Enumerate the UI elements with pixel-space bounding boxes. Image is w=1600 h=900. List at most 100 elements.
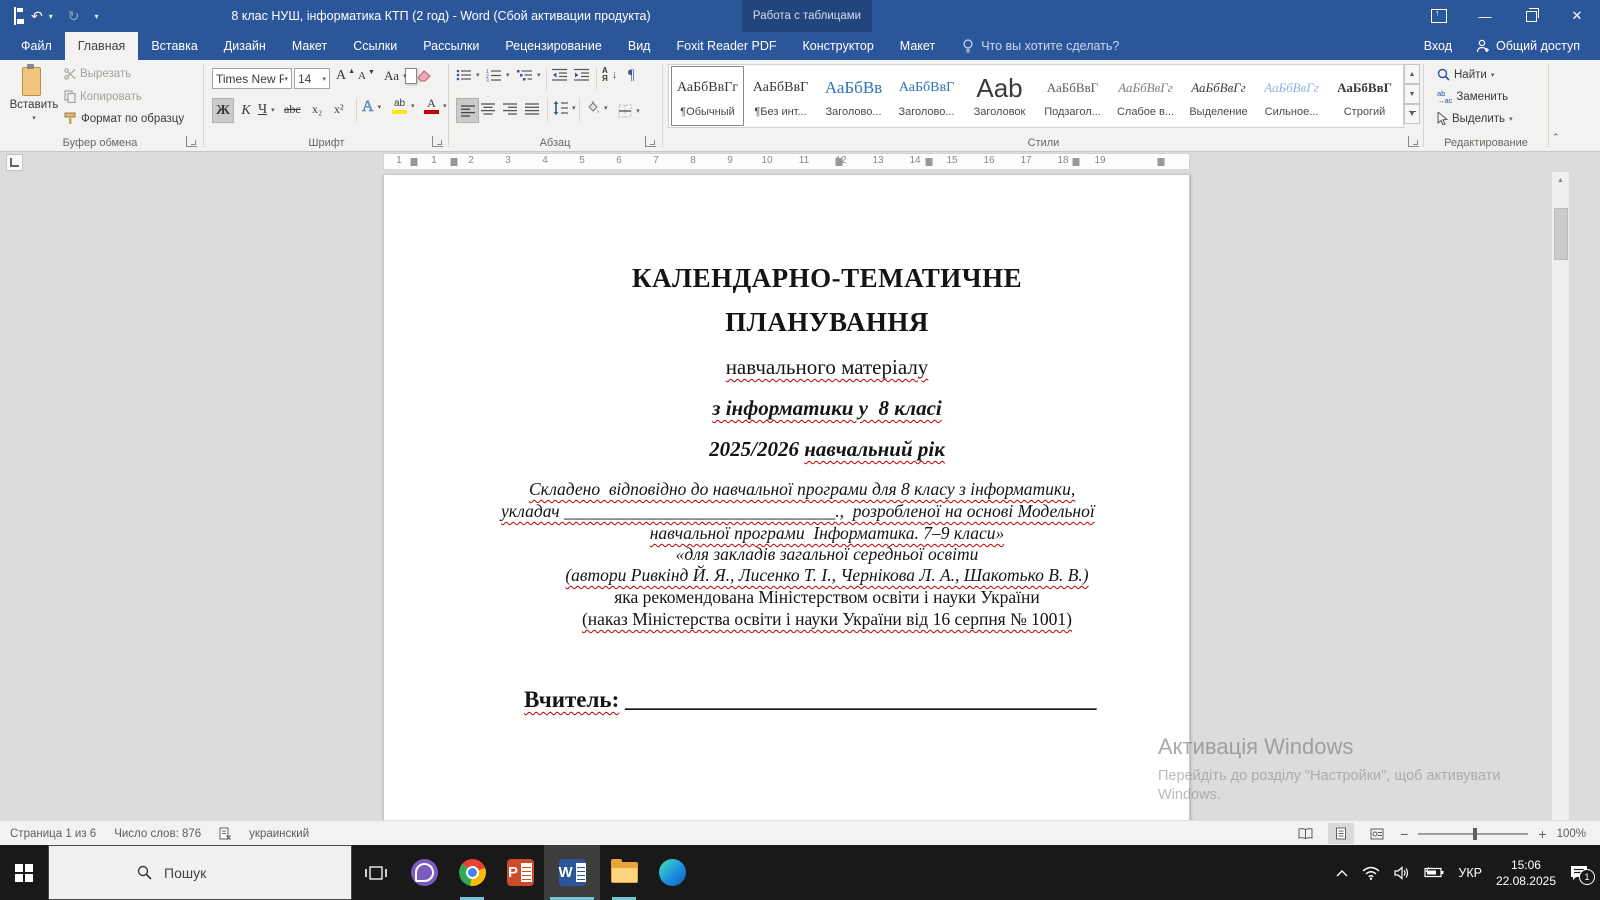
scrollbar-thumb[interactable] — [1554, 208, 1568, 260]
font-dialog-launcher[interactable] — [432, 136, 443, 147]
bullets-button[interactable]: ▾ — [456, 68, 480, 82]
style-intense-emphasis[interactable]: АаБбВвГгСильное... — [1255, 66, 1328, 126]
style-emphasis[interactable]: АаБбВвГгВыделение — [1182, 66, 1255, 126]
minimize-button[interactable]: — — [1462, 0, 1508, 32]
styles-dialog-launcher[interactable] — [1408, 136, 1419, 147]
align-left-button[interactable] — [456, 98, 479, 123]
style-strong[interactable]: АаБбВвГСтрогий — [1328, 66, 1401, 126]
save-button[interactable] — [14, 8, 16, 24]
italic-button[interactable]: К — [236, 98, 256, 123]
style-normal[interactable]: АаБбВвГг¶Обычный — [671, 66, 744, 126]
battery-icon[interactable] — [1424, 867, 1444, 878]
taskbar-word-button[interactable]: W — [544, 845, 600, 900]
wifi-icon[interactable] — [1362, 866, 1380, 880]
show-marks-button[interactable]: ¶ — [628, 67, 635, 84]
tab-table-design[interactable]: Конструктор — [790, 32, 887, 60]
redo-button[interactable]: ↻ — [68, 8, 80, 25]
grow-font-button[interactable]: А▲ — [336, 68, 355, 84]
restore-button[interactable] — [1508, 0, 1554, 32]
tab-mailings[interactable]: Рассылки — [410, 32, 492, 60]
zoom-slider-thumb[interactable] — [1473, 828, 1477, 840]
taskbar-viber-button[interactable] — [400, 845, 448, 900]
align-center-button[interactable] — [481, 103, 495, 115]
tray-expand-chevron[interactable] — [1336, 869, 1348, 877]
style-heading2[interactable]: АаБбВвГЗаголово... — [890, 66, 963, 126]
tab-home[interactable]: Главная — [65, 32, 139, 60]
tab-stop-selector[interactable] — [6, 154, 23, 171]
change-case-button[interactable]: Аа▾ — [384, 68, 407, 84]
shrink-font-button[interactable]: А▼ — [358, 70, 375, 82]
style-subtle-emphasis[interactable]: АаБбВвГгСлабое в... — [1109, 66, 1182, 126]
task-view-button[interactable] — [352, 845, 400, 900]
clear-formatting-button[interactable] — [416, 68, 432, 82]
undo-dropdown[interactable]: ▾ — [49, 12, 53, 21]
strikethrough-button[interactable]: abc — [284, 102, 301, 117]
decrease-indent-button[interactable] — [552, 68, 567, 82]
ribbon-display-options-button[interactable] — [1416, 0, 1462, 32]
proofing-errors-icon[interactable] — [219, 827, 231, 840]
sign-in-button[interactable]: Вход — [1414, 32, 1462, 60]
ruler-table-column-marker[interactable] — [836, 158, 843, 166]
tab-file[interactable]: Файл — [8, 32, 65, 60]
shading-button[interactable]: ▾ — [585, 101, 608, 115]
language-indicator[interactable]: украинский — [249, 828, 309, 840]
zoom-out-button[interactable]: − — [1400, 826, 1408, 842]
underline-button[interactable]: Ч▾ — [258, 98, 275, 121]
page-indicator[interactable]: Страница 1 из 6 — [10, 828, 96, 840]
undo-button[interactable]: ↶ — [31, 8, 43, 25]
style-heading1[interactable]: АаБбВвЗаголово... — [817, 66, 890, 126]
multilevel-list-button[interactable]: ▾ — [517, 68, 541, 82]
line-spacing-button[interactable]: ▾ — [553, 101, 576, 115]
action-center-button[interactable]: 1 — [1570, 865, 1588, 881]
tab-view[interactable]: Вид — [615, 32, 664, 60]
align-right-button[interactable] — [503, 103, 517, 115]
tab-table-layout[interactable]: Макет — [887, 32, 948, 60]
tab-foxit-pdf[interactable]: Foxit Reader PDF — [663, 32, 789, 60]
replace-button[interactable]: ab→ac Заменить — [1437, 90, 1508, 104]
paste-button[interactable]: Вставить ▾ — [10, 66, 58, 138]
tab-design[interactable]: Дизайн — [211, 32, 279, 60]
text-highlight-button[interactable]: ab▾ — [392, 98, 415, 114]
styles-scroll-up-button[interactable]: ▲ — [1404, 64, 1420, 84]
numbering-button[interactable]: 123▾ — [486, 68, 510, 82]
word-count[interactable]: Число слов: 876 — [114, 828, 201, 840]
styles-scroll-down-button[interactable]: ▼ — [1404, 84, 1420, 104]
font-family-combo[interactable]: Times New R▾ — [212, 68, 292, 89]
increase-indent-button[interactable] — [574, 68, 589, 82]
print-layout-button[interactable] — [1328, 823, 1354, 844]
text-effects-button[interactable]: А▾ — [362, 98, 381, 116]
cut-button[interactable]: Вырезать — [64, 68, 131, 80]
web-layout-button[interactable] — [1364, 823, 1390, 844]
start-button[interactable] — [0, 845, 48, 900]
taskbar-explorer-button[interactable] — [600, 845, 648, 900]
format-painter-button[interactable]: Формат по образцу — [64, 112, 184, 125]
find-button[interactable]: Найти▾ — [1437, 68, 1494, 81]
read-mode-button[interactable] — [1292, 823, 1318, 844]
share-button[interactable]: Общий доступ — [1466, 32, 1590, 60]
styles-more-button[interactable]: ▼ — [1404, 104, 1420, 124]
clipboard-dialog-launcher[interactable] — [186, 136, 197, 147]
tab-review[interactable]: Рецензирование — [492, 32, 615, 60]
ruler-table-column-marker[interactable] — [926, 158, 933, 166]
vertical-scrollbar[interactable]: ▲ — [1551, 172, 1569, 820]
zoom-level[interactable]: 100% — [1557, 828, 1586, 840]
taskbar-chrome-button[interactable] — [448, 845, 496, 900]
borders-button[interactable]: ▾ — [613, 98, 645, 123]
ruler-table-column-marker[interactable] — [1158, 158, 1165, 166]
ruler-table-column-marker[interactable] — [411, 158, 418, 166]
ruler-table-column-marker[interactable] — [451, 158, 458, 166]
style-title[interactable]: АabЗаголовок — [963, 66, 1036, 126]
close-button[interactable]: ✕ — [1554, 0, 1600, 32]
taskbar-edge-button[interactable] — [648, 845, 696, 900]
style-subtitle[interactable]: АаБбВвГПодзагол... — [1036, 66, 1109, 126]
clock[interactable]: 15:06 22.08.2025 — [1496, 857, 1556, 889]
tab-insert[interactable]: Вставка — [138, 32, 210, 60]
sort-button[interactable]: АЯ↓ — [602, 67, 617, 83]
collapse-ribbon-button[interactable]: ⌃ — [1552, 132, 1560, 143]
copy-button[interactable]: Копировать — [64, 90, 142, 103]
ruler[interactable]: 112345678910111213141516171819 — [383, 153, 1190, 170]
font-color-button[interactable]: А▾ — [424, 98, 447, 114]
select-button[interactable]: Выделить▾ — [1437, 112, 1513, 125]
tab-references[interactable]: Ссылки — [340, 32, 410, 60]
volume-icon[interactable] — [1394, 866, 1410, 880]
